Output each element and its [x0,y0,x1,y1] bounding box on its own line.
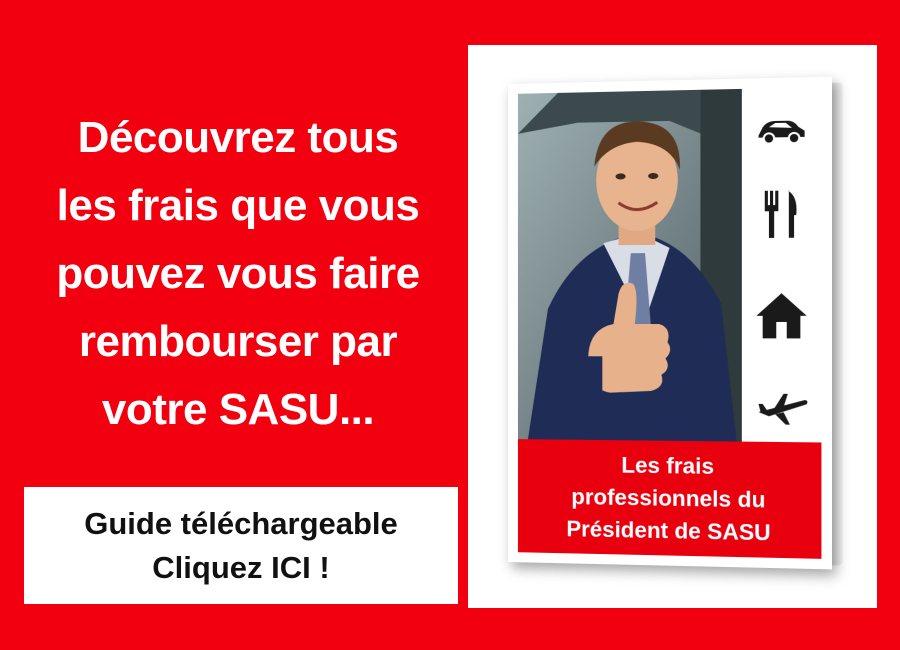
house-icon [756,293,807,339]
headline-line: les frais que vous [56,181,420,230]
book-title-line: Les frais [621,451,715,479]
ad-banner[interactable]: Découvrez tous les frais que vous pouvez… [0,0,900,650]
car-icon [758,120,805,156]
headline-line: votre SASU... [101,385,375,434]
cover-photo-man-thumbs-up [517,88,742,442]
cta-line-guide: Guide téléchargeable [84,505,398,541]
expense-icons [741,87,822,443]
cta-line-click: Cliquez ICI ! [152,549,330,585]
headline-line: rembourser par [78,317,398,366]
book-front: Les frais professionnels du Président de… [508,76,832,570]
thumbs-up-illustration [517,88,742,442]
airplane-icon [758,393,808,425]
headline: Découvrez tous les frais que vous pouvez… [18,104,458,444]
ebook-cover[interactable]: Les frais professionnels du Président de… [508,76,843,570]
fork-knife-icon [764,190,797,238]
book-title: Les frais professionnels du Président de… [517,439,822,559]
headline-line: Découvrez tous [77,113,399,162]
download-guide-button[interactable]: Guide téléchargeable Cliquez ICI ! [24,487,458,604]
headline-line: pouvez vous faire [56,249,420,298]
book-title-line: Président de SASU [566,515,771,545]
